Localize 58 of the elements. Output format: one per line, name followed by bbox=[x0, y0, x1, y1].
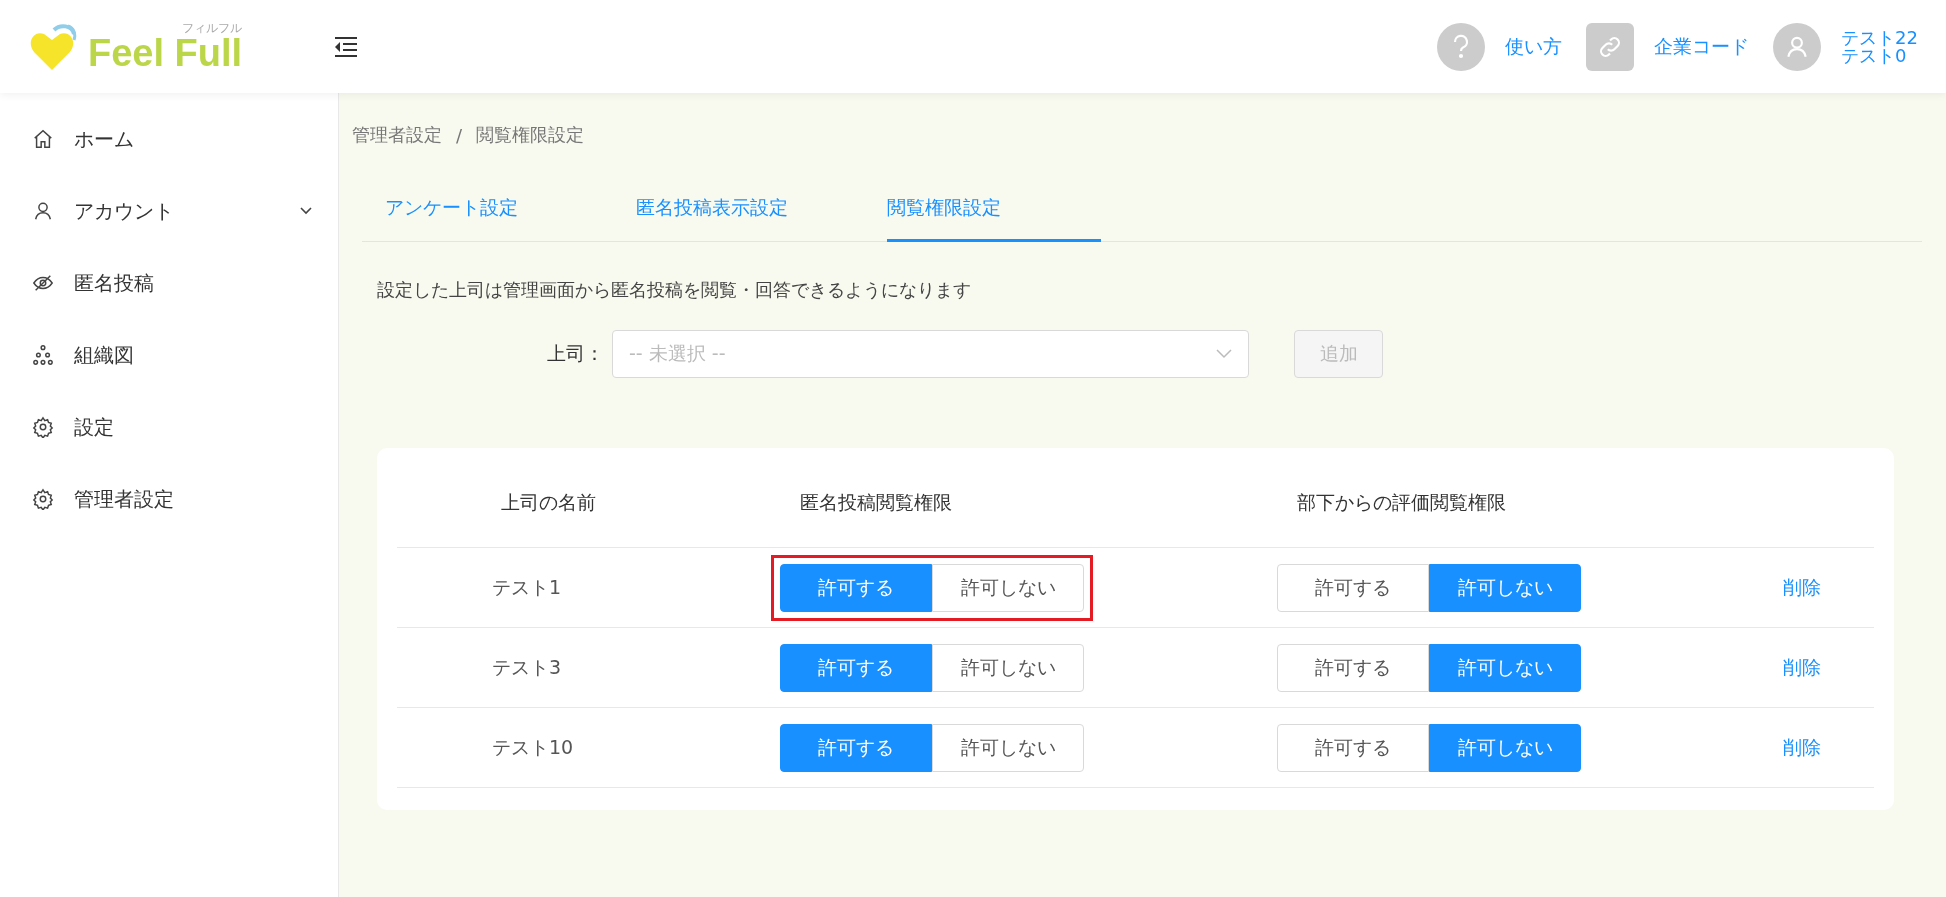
sidebar-item[interactable]: 管理者設定 bbox=[0, 463, 338, 535]
tab[interactable]: 匿名投稿表示設定 bbox=[636, 175, 850, 242]
link-icon[interactable] bbox=[1586, 22, 1635, 71]
field-label: 上司： bbox=[546, 341, 604, 366]
user-name[interactable]: テスト22 bbox=[1841, 28, 1918, 47]
logo-text: Feel Full bbox=[88, 33, 243, 72]
sidebar-label: 匿名投稿 bbox=[74, 269, 155, 297]
help-link[interactable]: 使い方 bbox=[1505, 33, 1563, 60]
sidebar-label: アカウント bbox=[74, 197, 175, 225]
tab[interactable]: 閲覧権限設定 bbox=[887, 175, 1101, 242]
segment-button[interactable]: 許可しない bbox=[1429, 643, 1581, 692]
org-chart-icon bbox=[32, 344, 54, 366]
sidebar-label: ホーム bbox=[74, 125, 135, 153]
segment-button[interactable]: 許可する bbox=[1277, 563, 1429, 612]
logo-subtitle: フィルフル bbox=[182, 21, 243, 34]
sidebar-item[interactable]: 設定 bbox=[0, 391, 338, 463]
segment-button[interactable]: 許可しない bbox=[932, 563, 1084, 612]
sidebar-item[interactable]: 匿名投稿 bbox=[0, 247, 338, 319]
segment-button[interactable]: 許可する bbox=[1277, 643, 1429, 692]
segment-button[interactable]: 許可しない bbox=[932, 643, 1084, 692]
description-text: 設定した上司は管理画面から匿名投稿を閲覧・回答できるようになります bbox=[377, 278, 972, 302]
table-cell-text: テスト1 bbox=[492, 574, 562, 600]
breadcrumb-item: 閲覧権限設定 bbox=[476, 123, 585, 147]
breadcrumb-item[interactable]: 管理者設定 bbox=[352, 123, 442, 147]
segment-button[interactable]: 許可しない bbox=[932, 723, 1084, 772]
tab[interactable]: アンケート設定 bbox=[385, 175, 599, 242]
settings-icon bbox=[32, 416, 54, 438]
sidebar-item[interactable]: ホーム bbox=[0, 103, 338, 175]
delete-link[interactable]: 削除 bbox=[1783, 654, 1821, 681]
company-code-link[interactable]: 企業コード bbox=[1654, 33, 1750, 60]
column-header: 部下からの評価閲覧権限 bbox=[1297, 489, 1506, 515]
sidebar-label: 設定 bbox=[74, 413, 115, 441]
table-cell-text: テスト10 bbox=[492, 734, 574, 760]
segment-button[interactable]: 許可する bbox=[780, 563, 932, 612]
sidebar-item[interactable]: アカウント bbox=[0, 175, 338, 247]
eye-off-icon bbox=[32, 272, 54, 294]
sidebar-label: 管理者設定 bbox=[74, 485, 175, 513]
segment-button[interactable]: 許可しない bbox=[1429, 723, 1581, 772]
segment-button[interactable]: 許可する bbox=[1277, 723, 1429, 772]
menu-collapse-icon[interactable] bbox=[333, 35, 359, 58]
segment-button[interactable]: 許可する bbox=[780, 643, 932, 692]
user-icon bbox=[32, 200, 54, 222]
sidebar-label: 組織図 bbox=[74, 341, 135, 369]
table-cell-text: テスト3 bbox=[492, 654, 562, 680]
column-header: 匿名投稿閲覧権限 bbox=[800, 489, 952, 515]
segment-button[interactable]: 許可しない bbox=[1429, 563, 1581, 612]
sidebar-item[interactable]: 組織図 bbox=[0, 319, 338, 391]
segment-button[interactable]: 許可する bbox=[780, 723, 932, 772]
chevron-down-icon bbox=[1216, 349, 1232, 359]
boss-select[interactable]: -- 未選択 -- bbox=[612, 330, 1249, 378]
column-header: 上司の名前 bbox=[501, 489, 596, 515]
settings-icon bbox=[32, 488, 54, 510]
delete-link[interactable]: 削除 bbox=[1783, 574, 1821, 601]
breadcrumb-separator: / bbox=[456, 124, 463, 146]
delete-link[interactable]: 削除 bbox=[1783, 734, 1821, 761]
home-icon bbox=[32, 128, 54, 150]
user-name[interactable]: テスト0 bbox=[1841, 46, 1918, 65]
chevron-down-icon bbox=[300, 207, 312, 215]
